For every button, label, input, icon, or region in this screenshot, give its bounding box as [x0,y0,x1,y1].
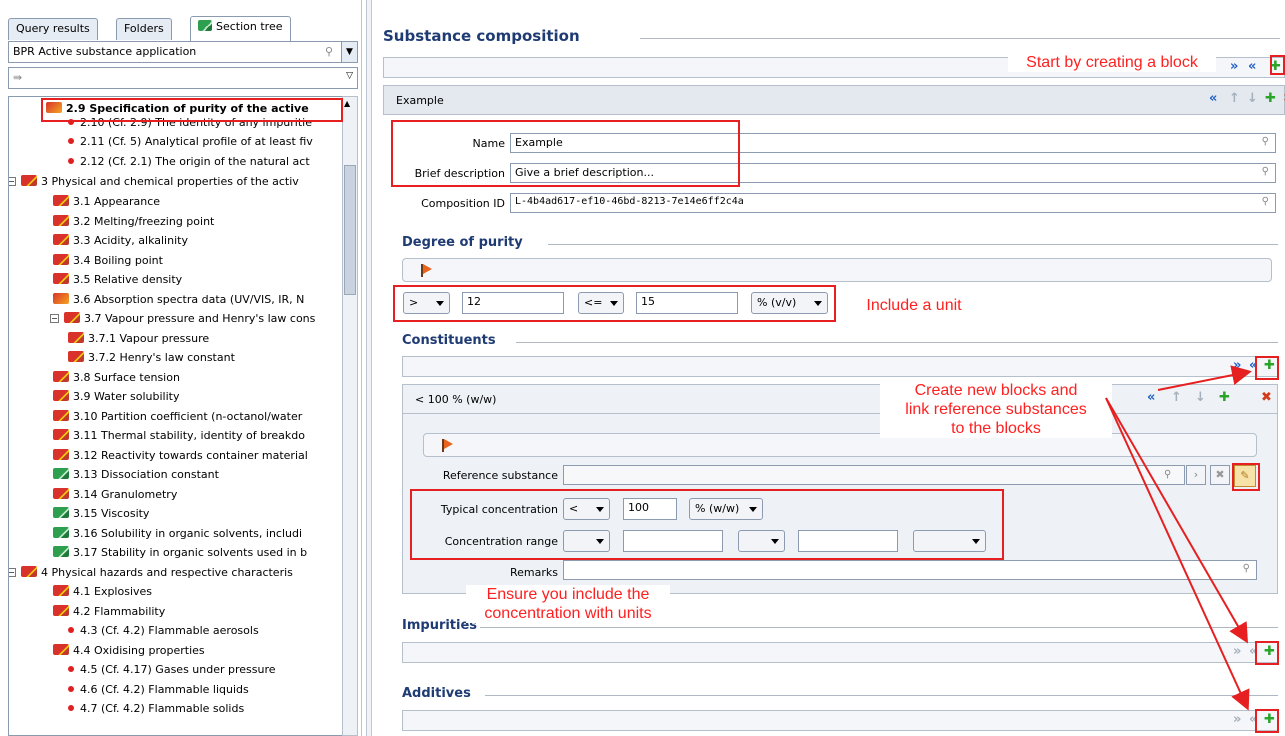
annotation-arrows [1105,365,1252,711]
